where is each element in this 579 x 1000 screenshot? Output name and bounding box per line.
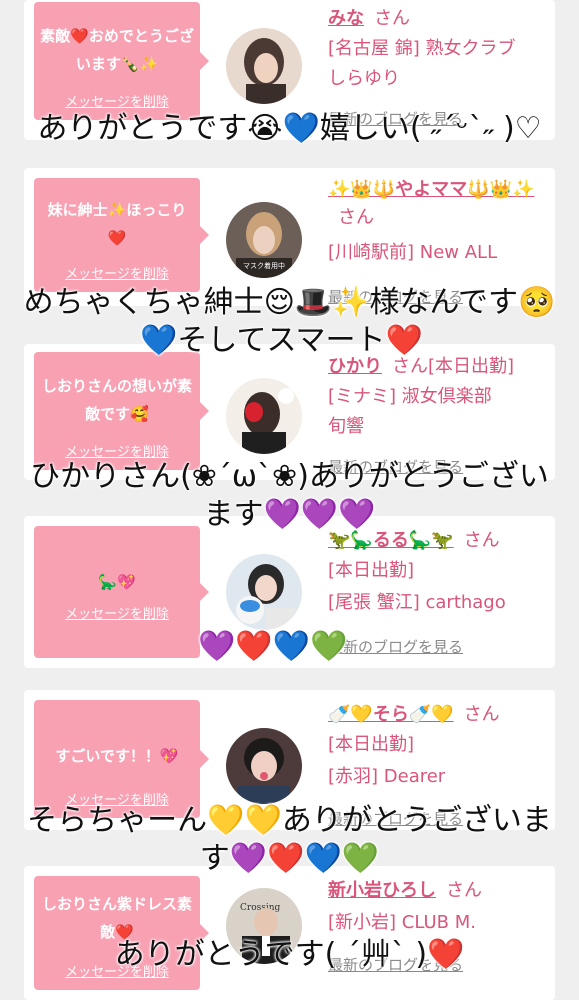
overlay-caption: 💜❤️💙💚 <box>198 629 348 664</box>
shop-line: [本日出勤] <box>328 734 415 755</box>
cast-info: 🦖🦕るる🦕🦖 さん [本日出勤] [尾張 蟹江] carthago <box>328 526 548 618</box>
cast-info: ひかり さん[本日出勤] [ミナミ] 淑女倶楽部 旬響 <box>328 352 548 442</box>
message-bubble: 🦕💖 メッセージを削除 <box>34 526 209 658</box>
overlay-caption: ます💜💜💜 <box>203 497 376 532</box>
honorific: さん <box>338 207 374 228</box>
shop-line: [ミナミ] 淑女倶楽部 <box>328 386 492 407</box>
latest-blog-link[interactable]: 最新のブログを見る <box>328 636 463 657</box>
cast-name-link[interactable]: みな <box>328 8 364 29</box>
message-text: 妹に紳士✨ほっこり❤️ <box>47 201 187 247</box>
cast-info: 新小岩ひろし さん [新小岩] CLUB M. <box>328 876 548 938</box>
avatar[interactable]: マスク着用中 <box>226 202 302 278</box>
shop-line: [尾張 蟹江] carthago <box>328 592 506 613</box>
cast-name-link[interactable]: ✨👑🔱やよママ🔱👑✨ <box>328 179 534 200</box>
message-bubble: すごいです！！💖 メッセージを削除 <box>34 700 209 818</box>
honorific: さん <box>463 704 500 725</box>
message-bubble: 素敵❤️おめでとうございます🍾✨ メッセージを削除 <box>34 2 209 120</box>
honorific: さん <box>374 8 410 29</box>
avatar[interactable] <box>226 378 302 454</box>
shop-line: [川崎駅前] New ALL <box>328 242 498 263</box>
overlay-caption: そらちゃーん💛💛ありがとうございま <box>27 803 552 838</box>
message-card: しおりさん紫ドレス素敵❤️ メッセージを削除 Crossing 新小岩ひろし さん… <box>24 866 555 1000</box>
cast-info: ✨👑🔱やよママ🔱👑✨ さん [川崎駅前] New ALL <box>328 176 548 268</box>
avatar[interactable] <box>226 554 302 630</box>
overlay-caption: ひかりさん(❀´ω`❀)ありがとうござい <box>30 459 549 494</box>
honorific: さん <box>446 880 482 901</box>
delete-message-link[interactable]: メッセージを削除 <box>34 603 200 622</box>
delete-message-link[interactable]: メッセージを削除 <box>34 91 200 110</box>
shop-line: 旬響 <box>328 416 364 437</box>
shop-line: しらゆり <box>328 68 400 89</box>
overlay-caption: 💙そしてスマート❤️ <box>140 323 423 358</box>
cast-info: 🍼💛そら🍼💛 さん [本日出勤] [赤羽] Dearer <box>328 700 548 792</box>
overlay-caption: ありがとうです😭💙嬉しい( ˶ˊᵕˋ˶ )♡ <box>37 111 542 146</box>
shop-line: [新小岩] CLUB M. <box>328 912 476 933</box>
message-text: 素敵❤️おめでとうございます🍾✨ <box>40 27 194 73</box>
shop-line: [赤羽] Dearer <box>328 766 446 787</box>
avatar[interactable] <box>226 728 302 804</box>
overlay-caption: す💜❤️💙💚 <box>199 841 380 876</box>
shop-line: [名古屋 錦] 熟女クラブ <box>328 38 516 59</box>
cast-info: みな さん [名古屋 錦] 熟女クラブ しらゆり <box>328 4 548 94</box>
shop-line: [本日出勤] <box>328 560 415 581</box>
cast-name-link[interactable]: 🍼💛そら🍼💛 <box>328 704 454 725</box>
cast-name-link[interactable]: 新小岩ひろし <box>328 880 436 901</box>
message-bubble: しおりさんの想いが素敵です🥰 メッセージを削除 <box>34 352 209 470</box>
svg-text:マスク着用中: マスク着用中 <box>243 261 285 270</box>
message-text: すごいです！！💖 <box>55 747 179 765</box>
message-text: しおりさんの想いが素敵です🥰 <box>41 377 192 423</box>
avatar[interactable] <box>226 28 302 104</box>
message-text: 🦕💖 <box>98 573 136 591</box>
delete-message-link[interactable]: メッセージを削除 <box>34 263 200 282</box>
overlay-caption: めちゃくちゃ紳士😌🎩✨様なんです🥺 <box>23 285 556 320</box>
message-bubble: 妹に紳士✨ほっこり❤️ メッセージを削除 <box>34 178 209 292</box>
overlay-caption: ありがとうです( ´艸` )❤️ <box>114 937 465 972</box>
